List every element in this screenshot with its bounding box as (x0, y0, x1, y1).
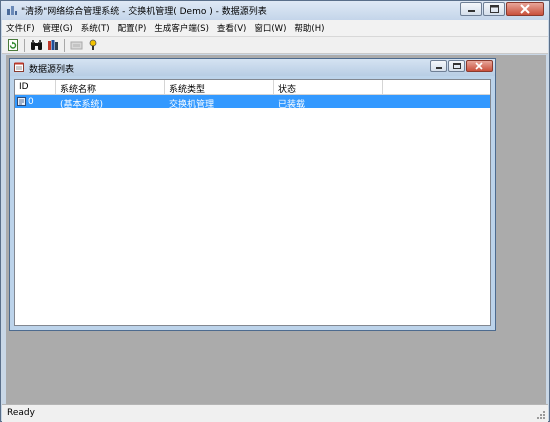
refresh-button[interactable] (6, 39, 20, 52)
close-button[interactable] (506, 2, 544, 16)
menu-bar: 文件(F) 管理(G) 系统(T) 配置(P) 生成客户端(S) 查看(V) 窗… (2, 20, 548, 37)
find-button[interactable] (29, 39, 43, 52)
close-icon (475, 62, 483, 70)
menu-view[interactable]: 查看(V) (213, 22, 250, 34)
window-title: "清扬"网络综合管理系统 - 交换机管理( Demo ) - 数据源列表 (21, 7, 267, 17)
help-icon (89, 39, 97, 50)
child-restore-button[interactable] (448, 60, 465, 72)
disabled-button[interactable] (69, 39, 83, 52)
status-bar: Ready (2, 404, 548, 422)
status-text: Ready (7, 408, 35, 418)
notepad-icon (14, 62, 24, 72)
app-window: "清扬"网络综合管理系统 - 交换机管理( Demo ) - 数据源列表 文件(… (0, 0, 550, 422)
mdi-client-area: 数据源列表 ID 系统名称 系统类型 状态 0 (基本系统) 交换机管理 已装载 (6, 55, 546, 404)
minimize-icon (468, 10, 475, 12)
library-button[interactable] (46, 39, 60, 52)
menu-manage[interactable]: 管理(G) (39, 22, 77, 34)
disabled-icon (70, 41, 82, 50)
title-bar[interactable]: "清扬"网络综合管理系统 - 交换机管理( Demo ) - 数据源列表 (1, 1, 549, 20)
datasource-icon (17, 97, 26, 106)
datasource-list-window: 数据源列表 ID 系统名称 系统类型 状态 0 (基本系统) 交换机管理 已装载 (9, 58, 496, 331)
books-icon (47, 40, 58, 50)
toolbar (2, 37, 548, 54)
help-button[interactable] (86, 39, 100, 52)
menu-help[interactable]: 帮助(H) (290, 22, 328, 34)
close-icon (520, 4, 530, 14)
column-header-system-type[interactable]: 系统类型 (165, 80, 274, 94)
menu-config[interactable]: 配置(P) (114, 22, 151, 34)
refresh-icon (8, 39, 18, 51)
menu-generate-client[interactable]: 生成客户端(S) (150, 22, 213, 34)
child-minimize-button[interactable] (430, 60, 447, 72)
child-title-bar[interactable]: 数据源列表 (10, 59, 495, 76)
table-row[interactable]: 0 (基本系统) 交换机管理 已装载 (15, 95, 490, 108)
menu-window[interactable]: 窗口(W) (250, 22, 290, 34)
column-header-id[interactable]: ID (15, 80, 56, 94)
menu-system[interactable]: 系统(T) (77, 22, 114, 34)
column-header-system-name[interactable]: 系统名称 (56, 80, 165, 94)
toolbar-separator (64, 38, 65, 52)
child-close-button[interactable] (466, 60, 493, 72)
minimize-button[interactable] (460, 2, 482, 16)
datasource-table[interactable]: ID 系统名称 系统类型 状态 0 (基本系统) 交换机管理 已装载 (14, 79, 491, 326)
resize-grip-icon[interactable] (536, 410, 546, 420)
cell-system-name: (基本系统) (60, 100, 104, 108)
table-header: ID 系统名称 系统类型 状态 (15, 80, 490, 95)
toolbar-separator (24, 38, 25, 52)
app-icon (7, 6, 17, 15)
maximize-button[interactable] (483, 2, 505, 16)
restore-icon (453, 63, 461, 69)
child-window-title: 数据源列表 (29, 65, 75, 75)
menu-file[interactable]: 文件(F) (2, 22, 39, 34)
binoculars-icon (30, 40, 42, 50)
maximize-icon (490, 5, 499, 13)
cell-status: 已装载 (278, 100, 306, 108)
cell-system-type: 交换机管理 (169, 100, 215, 108)
column-header-status[interactable]: 状态 (274, 80, 383, 94)
minimize-icon (436, 67, 442, 69)
